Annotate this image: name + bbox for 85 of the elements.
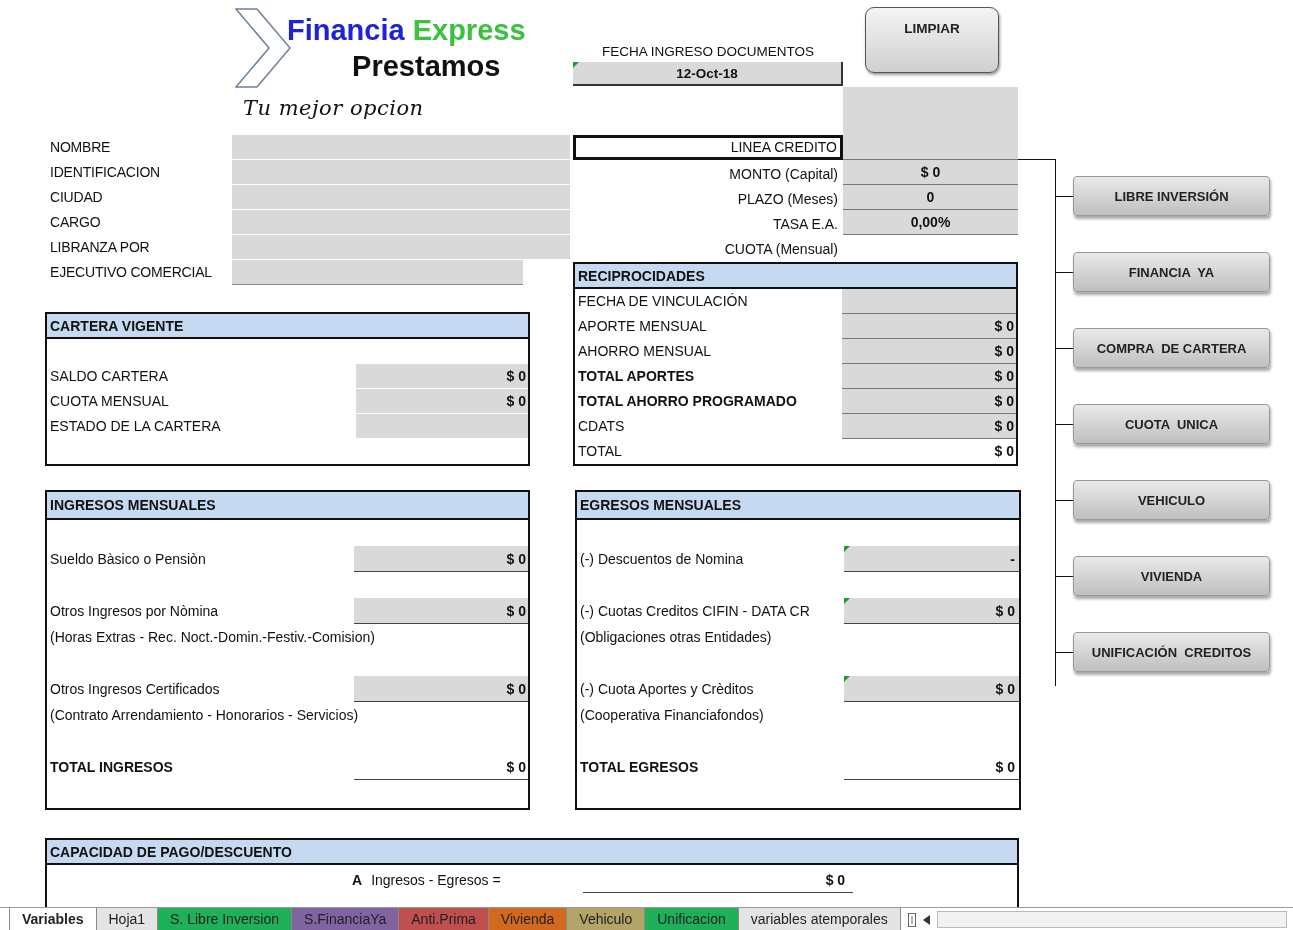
value-cell[interactable]: $ 0 [842,314,1016,339]
section-header: CAPACIDAD DE PAGO/DESCUENTO [47,840,1017,865]
field-label: TOTAL [577,442,623,461]
value-cell[interactable]: 0 [843,185,1018,210]
sheet-tab[interactable]: Unificacion [644,908,739,930]
clear-button[interactable]: LIMPIAR [865,7,999,73]
date-label: FECHA INGRESO DOCUMENTOS [601,43,815,61]
field-label: EJECUTIVO COMERCIAL [49,263,213,282]
field-label: AHORRO MENSUAL [577,342,713,361]
field-label: (-) Cuotas Creditos CIFIN - DATA CR [579,602,811,621]
field-label: CDATS [577,417,626,436]
value-cell[interactable] [842,289,1016,314]
field-label: CARGO [49,213,102,232]
value-cell[interactable]: $ 0 [842,364,1016,389]
scroll-left-icon[interactable] [922,914,931,925]
brand-name: Express [412,13,526,48]
value-cell[interactable]: $ 0 [843,160,1018,185]
value-cell[interactable]: $ 0 [844,676,1019,702]
section-header: RECIPROCIDADES [575,264,1016,289]
field-label: NOMBRE [49,138,112,157]
section-header: INGRESOS MENSUALES [47,492,528,520]
row-letter: A [352,871,363,890]
slogan-text: Tu mejor opcion [243,95,425,122]
field-label: TOTAL APORTES [577,367,696,386]
field-label: TOTAL AHORRO PROGRAMADO [577,392,798,411]
value-cell[interactable]: $ 0 [842,389,1016,414]
field-label: Otros Ingresos por Nòmina [49,602,220,621]
field-label[interactable]: MONTO (Capital) [573,160,843,185]
note-text: (Horas Extras - Rec. Noct.-Domin.-Festiv.-Comision) [49,628,376,647]
total-label: TOTAL EGRESOS [579,758,700,777]
product-button[interactable]: FINANCIA YA [1073,252,1270,292]
section-header: EGRESOS MENSUALES [577,492,1019,520]
sheet-tab[interactable]: S. Libre Inversion [157,908,293,930]
product-button[interactable]: VIVIENDA [1073,556,1270,596]
field-label[interactable]: PLAZO (Meses) [573,185,843,210]
field-label: ESTADO DE LA CARTERA [49,417,222,436]
product-button[interactable]: LIBRE INVERSIÓN [1073,176,1270,216]
sheet-tab[interactable]: Vivienda [487,908,568,930]
sheet-tab[interactable]: Vehiculo [566,908,646,930]
value-cell: $ 0 [583,865,854,893]
note-text: (Cooperativa Financiafondos) [579,706,765,725]
product-title: Prestamos [352,49,501,84]
field-label: IDENTIFICACION [49,163,161,182]
value-cell[interactable]: $ 0 [354,546,528,572]
note-text: (Obligaciones otras Entidades) [579,628,773,647]
field-label: CIUDAD [49,188,104,207]
product-button[interactable]: CUOTA UNICA [1073,404,1270,444]
input-cell[interactable] [232,260,523,285]
value-cell[interactable]: $ 0 [356,364,528,389]
sheet-tab[interactable]: Hoja1 [95,908,159,930]
product-button[interactable]: COMPRA DE CARTERA [1073,328,1270,368]
field-label: SALDO CARTERA [49,367,169,386]
field-label: Sueldo Bàsico o Pensiòn [49,550,207,569]
value-cell[interactable]: 0,00% [843,210,1018,235]
field-label: FECHA DE VINCULACIÓN [577,292,749,311]
field-label: (-) Descuentos de Nomina [579,550,745,569]
product-button[interactable]: VEHICULO [1073,480,1270,520]
value-cell[interactable]: $ 0 [356,389,528,414]
tab-split-icon[interactable] [906,911,917,928]
value-cell[interactable] [843,135,1018,160]
value-cell[interactable]: $ 0 [844,598,1019,624]
value-cell[interactable]: $ 0 [354,676,528,702]
field-label: Otros Ingresos Certificados [49,680,221,699]
section-header: CARTERA VIGENTE [47,314,528,339]
value-cell[interactable]: $ 0 [842,339,1016,364]
value-cell[interactable]: $ 0 [842,414,1016,439]
product-button[interactable]: UNIFICACIÓN CREDITOS [1073,632,1270,672]
field-label: LIBRANZA POR [49,238,151,257]
chevron-icon [235,8,291,88]
total-label: TOTAL INGRESOS [49,758,174,777]
field-label: Ingresos - Egresos = [371,871,502,890]
value-cell[interactable]: - [844,546,1019,572]
date-cell[interactable]: 12-Oct-18 [573,62,843,86]
input-cell[interactable] [843,87,1018,135]
horizontal-scrollbar[interactable] [936,911,1287,928]
brand-name: Financia [287,13,405,48]
sheet-tab[interactable]: variables atemporales [737,908,901,930]
field-label: (-) Cuota Aportes y Crèditos [579,680,755,699]
field-label: APORTE MENSUAL [577,317,708,336]
field-label: CUOTA MENSUAL [49,392,170,411]
note-text: (Contrato Arrendamiento - Honorarios - Servicios) [49,706,360,725]
field-label[interactable]: CUOTA (Mensual) [573,235,843,260]
value-cell[interactable]: $ 0 [354,598,528,624]
field-label[interactable]: LINEA CREDITO [573,135,843,160]
field-label[interactable]: TASA E.A. [573,210,843,235]
